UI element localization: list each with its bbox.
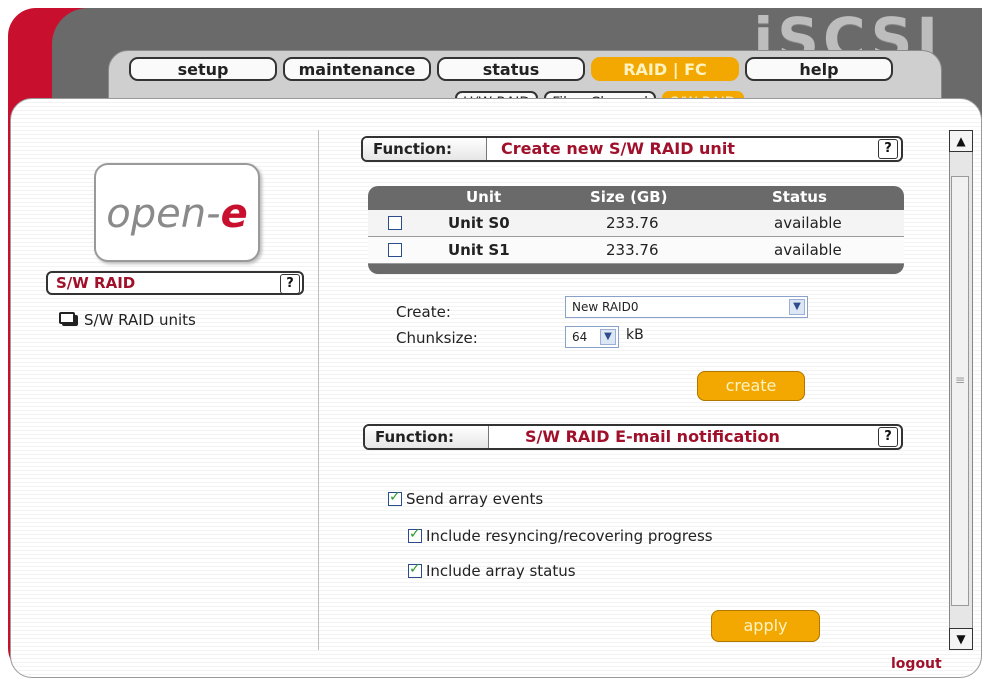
checkbox[interactable] bbox=[408, 561, 422, 578]
function-title: Create new S/W RAID unit bbox=[501, 139, 735, 158]
unit-checkbox[interactable] bbox=[388, 243, 402, 257]
logo-text-main: open- bbox=[106, 191, 221, 237]
chunksize-unit: kB bbox=[626, 327, 644, 343]
create-label: Create: bbox=[396, 303, 451, 321]
chunksize-label: Chunksize: bbox=[396, 329, 478, 347]
cell-status: available bbox=[774, 241, 842, 259]
chunksize-select-value: 64 bbox=[572, 330, 588, 344]
create-select-value: New RAID0 bbox=[572, 300, 639, 314]
checkbox[interactable] bbox=[388, 489, 402, 506]
unit-checkbox[interactable] bbox=[388, 216, 402, 230]
function-label: Function: bbox=[363, 138, 487, 160]
cell-status: available bbox=[774, 214, 842, 232]
tab-status[interactable]: status bbox=[437, 57, 585, 81]
sidebar-item-sw-raid-units[interactable]: S/W RAID units bbox=[59, 311, 196, 329]
scroll-up-arrow-icon[interactable]: ▲ bbox=[949, 130, 973, 152]
scroll-down-arrow-icon[interactable]: ▼ bbox=[949, 628, 973, 650]
tab-maintenance[interactable]: maintenance bbox=[283, 57, 431, 81]
option-label: Send array events bbox=[406, 490, 544, 508]
cell-size: 233.76 bbox=[606, 241, 659, 259]
option-label: Include resyncing/recovering progress bbox=[426, 527, 713, 545]
function-help-button[interactable]: ? bbox=[878, 427, 898, 447]
function-create-header: Function: Create new S/W RAID unit ? bbox=[361, 136, 903, 162]
chunksize-select[interactable]: 64 ▼ bbox=[565, 326, 619, 348]
option-label: Include array status bbox=[426, 562, 576, 580]
sidebar-item-label: S/W RAID units bbox=[84, 311, 196, 329]
cell-size: 233.76 bbox=[606, 214, 659, 232]
main-tabs: setup maintenance status RAID | FC help bbox=[129, 57, 893, 81]
scrollbar[interactable]: ▲ ▼ bbox=[949, 130, 973, 650]
col-unit: Unit bbox=[466, 188, 502, 206]
function-label: Function: bbox=[365, 426, 489, 448]
logo-box: open-e bbox=[94, 163, 260, 262]
open-e-logo: open-e bbox=[96, 191, 258, 237]
function-email-header: Function: S/W RAID E-mail notification ? bbox=[363, 424, 903, 450]
chevron-down-icon: ▼ bbox=[600, 329, 616, 345]
apply-button[interactable]: apply bbox=[711, 610, 820, 642]
cell-unit: Unit S0 bbox=[448, 214, 510, 232]
option-send-array-events[interactable]: Send array events bbox=[388, 489, 544, 508]
disk-icon bbox=[59, 311, 78, 326]
sidebar-section-title: S/W RAID bbox=[56, 274, 136, 292]
scrollbar-thumb[interactable] bbox=[951, 176, 969, 606]
tab-setup[interactable]: setup bbox=[129, 57, 277, 81]
col-size: Size (GB) bbox=[590, 188, 668, 206]
function-title: S/W RAID E-mail notification bbox=[525, 427, 780, 446]
sidebar-help-button[interactable]: ? bbox=[280, 274, 300, 294]
unit-table: Unit Size (GB) Status Unit S0 233.76 ava… bbox=[368, 186, 904, 274]
function-help-button[interactable]: ? bbox=[878, 139, 898, 159]
create-select[interactable]: New RAID0 ▼ bbox=[565, 296, 808, 318]
sidebar-section-header: S/W RAID ? bbox=[46, 271, 304, 295]
table-header: Unit Size (GB) Status bbox=[368, 186, 904, 210]
option-include-array-status[interactable]: Include array status bbox=[408, 561, 576, 580]
table-footer bbox=[368, 264, 904, 274]
logo-text-e: e bbox=[220, 191, 248, 237]
table-row: Unit S0 233.76 available bbox=[368, 210, 904, 237]
chevron-down-icon: ▼ bbox=[789, 299, 805, 315]
option-include-resyncing[interactable]: Include resyncing/recovering progress bbox=[408, 526, 713, 545]
tab-raid-fc[interactable]: RAID | FC bbox=[591, 57, 739, 81]
tab-help[interactable]: help bbox=[745, 57, 893, 81]
cell-unit: Unit S1 bbox=[448, 241, 510, 259]
checkbox[interactable] bbox=[408, 526, 422, 543]
divider bbox=[318, 130, 319, 650]
create-button[interactable]: create bbox=[697, 371, 805, 401]
logout-link[interactable]: logout bbox=[891, 656, 942, 672]
col-status: Status bbox=[772, 188, 827, 206]
table-row: Unit S1 233.76 available bbox=[368, 237, 904, 264]
